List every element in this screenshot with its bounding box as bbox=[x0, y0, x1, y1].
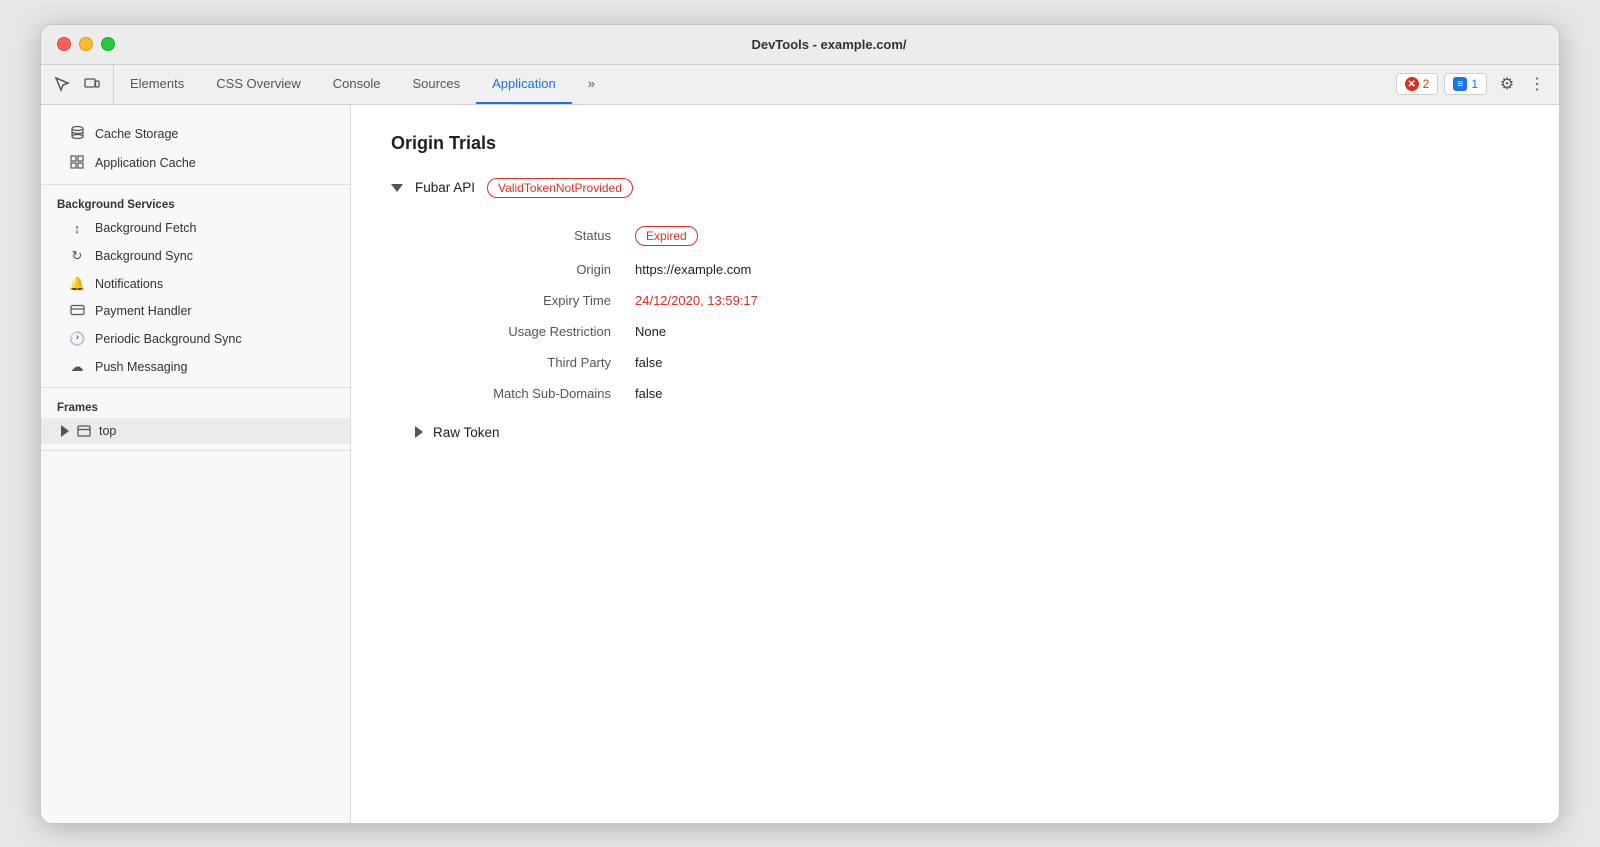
settings-button[interactable]: ⚙ bbox=[1493, 70, 1521, 98]
minimize-button[interactable] bbox=[79, 37, 93, 51]
application-cache-label: Application Cache bbox=[95, 156, 196, 170]
toolbar: Elements CSS Overview Console Sources Ap… bbox=[41, 65, 1559, 105]
raw-token-label: Raw Token bbox=[433, 425, 500, 440]
tab-console[interactable]: Console bbox=[317, 65, 397, 104]
storage-section: Cache Storage Application Cache bbox=[41, 113, 350, 185]
sidebar-item-payment-handler[interactable]: Payment Handler bbox=[41, 298, 350, 325]
details-table: Status Expired Origin https://example.co… bbox=[415, 218, 1519, 409]
toolbar-right: ✕ 2 ≡ 1 ⚙ ⋮ bbox=[1384, 65, 1559, 104]
notifications-label: Notifications bbox=[95, 277, 163, 291]
tab-application[interactable]: Application bbox=[476, 65, 572, 104]
third-party-row: Third Party false bbox=[415, 347, 1519, 378]
background-services-title: Background Services bbox=[41, 191, 350, 215]
status-label: Status bbox=[415, 228, 635, 243]
tab-sources[interactable]: Sources bbox=[396, 65, 476, 104]
api-name: Fubar API bbox=[415, 180, 475, 195]
toolbar-icons bbox=[41, 65, 114, 104]
sidebar-item-push-messaging[interactable]: ☁ Push Messaging bbox=[41, 353, 350, 381]
sync-icon: ↻ bbox=[69, 248, 85, 264]
sidebar-item-cache-storage[interactable]: Cache Storage bbox=[41, 119, 350, 149]
error-count: 2 bbox=[1423, 77, 1430, 91]
window-title: DevTools - example.com/ bbox=[115, 37, 1543, 52]
periodic-background-sync-label: Periodic Background Sync bbox=[95, 332, 242, 346]
top-frame-label: top bbox=[99, 424, 116, 438]
third-party-label: Third Party bbox=[415, 355, 635, 370]
device-toggle-icon[interactable] bbox=[79, 71, 105, 97]
expiry-label: Expiry Time bbox=[415, 293, 635, 308]
expiry-row: Expiry Time 24/12/2020, 13:59:17 bbox=[415, 285, 1519, 316]
origin-value: https://example.com bbox=[635, 262, 751, 277]
api-row: Fubar API ValidTokenNotProvided bbox=[391, 178, 1519, 198]
sidebar-item-application-cache[interactable]: Application Cache bbox=[41, 149, 350, 178]
background-fetch-label: Background Fetch bbox=[95, 221, 196, 235]
tab-elements[interactable]: Elements bbox=[114, 65, 200, 104]
sidebar-item-background-sync[interactable]: ↻ Background Sync bbox=[41, 242, 350, 270]
tab-list: Elements CSS Overview Console Sources Ap… bbox=[114, 65, 1384, 104]
titlebar: DevTools - example.com/ bbox=[41, 25, 1559, 65]
collapse-icon[interactable] bbox=[391, 184, 403, 192]
cloud-icon: ☁ bbox=[69, 359, 85, 375]
frames-section: Frames top bbox=[41, 388, 350, 451]
info-badge-button[interactable]: ≡ 1 bbox=[1444, 73, 1487, 95]
status-row: Status Expired bbox=[415, 218, 1519, 254]
push-messaging-label: Push Messaging bbox=[95, 360, 187, 374]
bell-icon: 🔔 bbox=[69, 276, 85, 292]
usage-row: Usage Restriction None bbox=[415, 316, 1519, 347]
traffic-lights bbox=[57, 37, 115, 51]
devtools-window: DevTools - example.com/ Elements CSS Ove… bbox=[40, 24, 1560, 824]
usage-label: Usage Restriction bbox=[415, 324, 635, 339]
frame-icon bbox=[77, 424, 91, 438]
match-subdomains-value: false bbox=[635, 386, 662, 401]
content-panel: Origin Trials Fubar API ValidTokenNotPro… bbox=[351, 105, 1559, 823]
third-party-value: false bbox=[635, 355, 662, 370]
status-value: Expired bbox=[635, 226, 698, 246]
match-subdomains-label: Match Sub-Domains bbox=[415, 386, 635, 401]
expand-icon[interactable] bbox=[61, 425, 69, 437]
frames-title: Frames bbox=[41, 394, 350, 418]
cache-storage-label: Cache Storage bbox=[95, 127, 178, 141]
error-badge-button[interactable]: ✕ 2 bbox=[1396, 73, 1439, 95]
tab-css-overview[interactable]: CSS Overview bbox=[200, 65, 317, 104]
sidebar-item-periodic-background-sync[interactable]: 🕐 Periodic Background Sync bbox=[41, 325, 350, 353]
sidebar-item-notifications[interactable]: 🔔 Notifications bbox=[41, 270, 350, 298]
inspect-icon[interactable] bbox=[49, 71, 75, 97]
expiry-value: 24/12/2020, 13:59:17 bbox=[635, 293, 758, 308]
arrows-icon: ↕ bbox=[69, 221, 85, 236]
clock-icon: 🕐 bbox=[69, 331, 85, 347]
api-status-badge: ValidTokenNotProvided bbox=[487, 178, 633, 198]
origin-label: Origin bbox=[415, 262, 635, 277]
close-button[interactable] bbox=[57, 37, 71, 51]
raw-token-expand-icon[interactable] bbox=[415, 426, 423, 438]
background-services-section: Background Services ↕ Background Fetch ↻… bbox=[41, 185, 350, 388]
sidebar: Cache Storage Application Cache bbox=[41, 105, 351, 823]
sidebar-item-background-fetch[interactable]: ↕ Background Fetch bbox=[41, 215, 350, 242]
payment-handler-label: Payment Handler bbox=[95, 304, 192, 318]
card-icon bbox=[69, 304, 85, 319]
background-sync-label: Background Sync bbox=[95, 249, 193, 263]
error-icon: ✕ bbox=[1405, 77, 1419, 91]
main-area: Cache Storage Application Cache bbox=[41, 105, 1559, 823]
grid-icon bbox=[69, 155, 85, 172]
more-options-button[interactable]: ⋮ bbox=[1527, 70, 1547, 98]
usage-value: None bbox=[635, 324, 666, 339]
info-count: 1 bbox=[1471, 77, 1478, 91]
more-tabs-button[interactable]: » bbox=[572, 65, 611, 104]
origin-row: Origin https://example.com bbox=[415, 254, 1519, 285]
page-title: Origin Trials bbox=[391, 133, 1519, 154]
maximize-button[interactable] bbox=[101, 37, 115, 51]
info-icon: ≡ bbox=[1453, 77, 1467, 91]
database-icon bbox=[69, 125, 85, 143]
raw-token-row[interactable]: Raw Token bbox=[415, 425, 1519, 440]
match-subdomains-row: Match Sub-Domains false bbox=[415, 378, 1519, 409]
sidebar-item-top[interactable]: top bbox=[41, 418, 350, 444]
